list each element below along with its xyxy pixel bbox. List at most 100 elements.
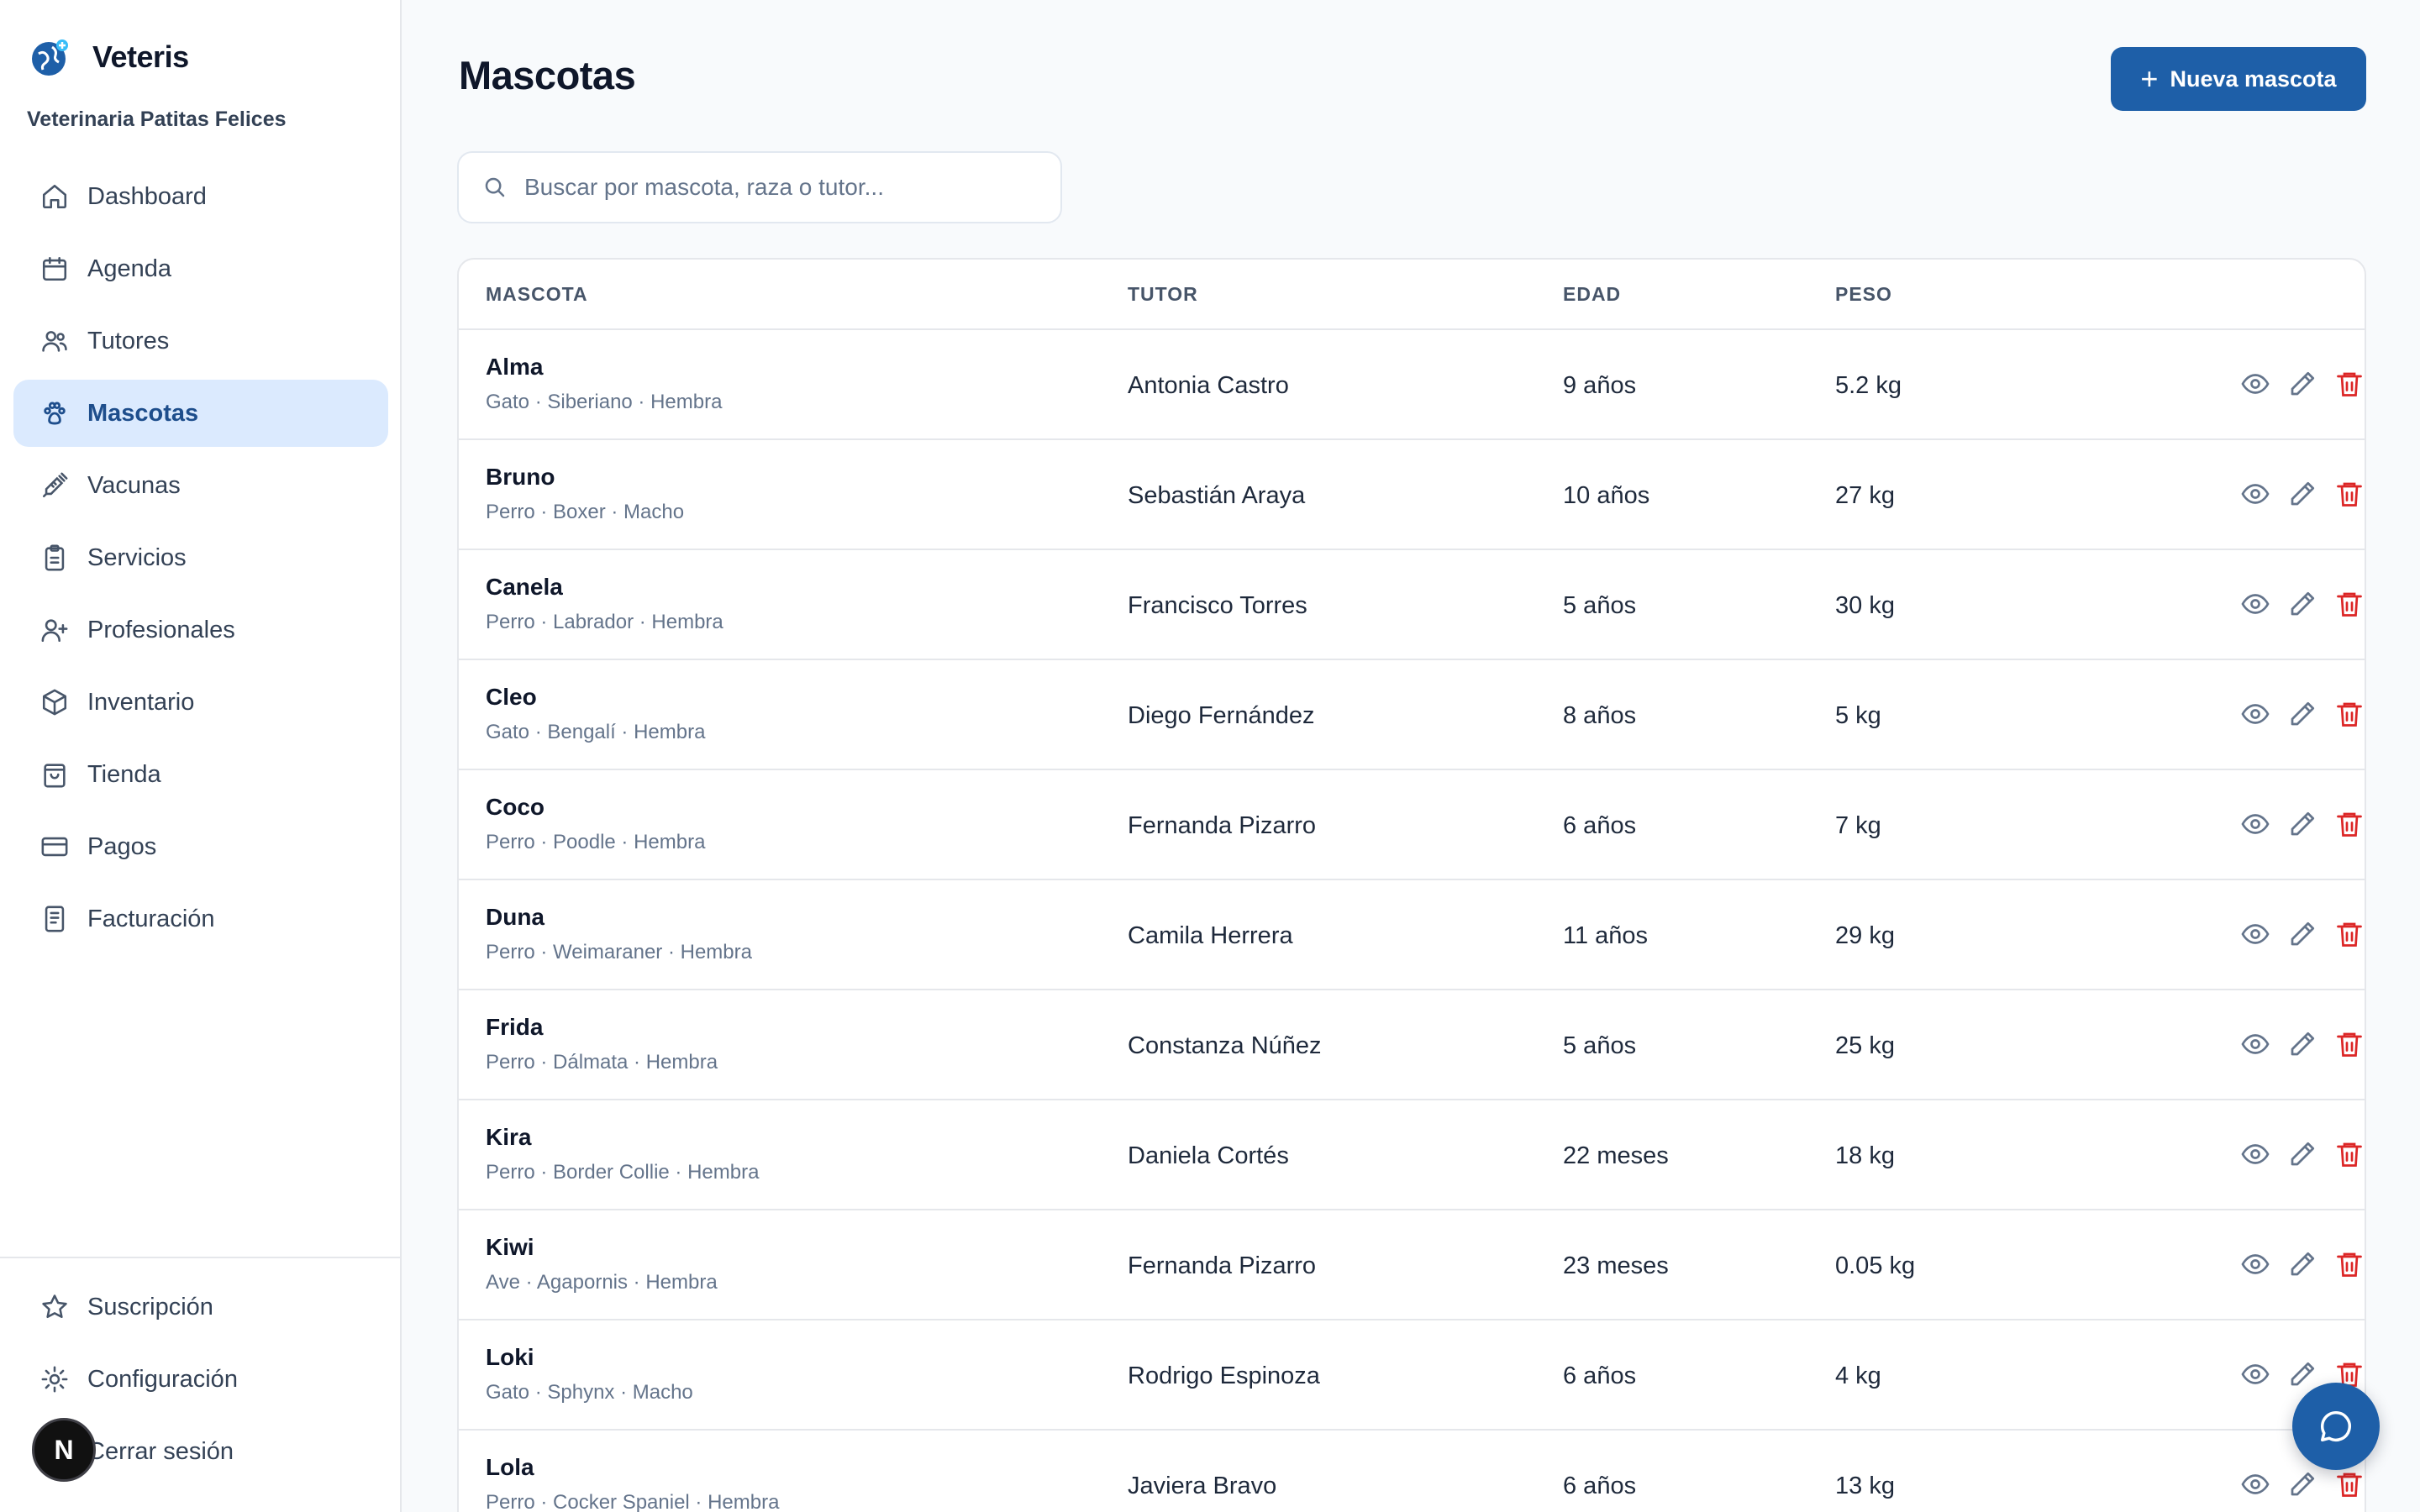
pet-age: 8 años [1563,702,1637,729]
column-header-weight[interactable]: PESO [1835,283,1892,306]
sidebar-item-dashboard[interactable]: Dashboard [13,163,388,230]
delete-trash-icon[interactable] [2334,1469,2365,1499]
view-eye-icon[interactable] [2240,1139,2270,1169]
edit-pencil-icon[interactable] [2287,1139,2317,1169]
sidebar-item-label: Cerrar sesión [87,1437,234,1465]
pet-name[interactable]: Lola [486,1454,534,1481]
sidebar-item-profesionales[interactable]: Profesionales [13,596,388,664]
search-box[interactable] [457,151,1062,223]
main-content: Mascotas + Nueva mascota MASCOTA TUTOR E… [402,0,2420,1512]
edit-pencil-icon[interactable] [2287,369,2317,399]
edit-pencil-icon[interactable] [2287,479,2317,509]
table-row[interactable]: Lola Perro · Cocker Spaniel · Hembra Javie… [459,1431,2365,1512]
clipboard-icon [40,543,69,572]
table-row[interactable]: Cleo Gato · Bengalí · Hembra Diego Fernánd… [459,660,2365,770]
edit-pencil-icon[interactable] [2287,809,2317,839]
view-eye-icon[interactable] [2240,699,2270,729]
sidebar-item-configuracion[interactable]: Configuración [13,1346,388,1413]
sidebar-item-vacunas[interactable]: Vacunas [13,452,388,519]
sidebar-item-mascotas[interactable]: Mascotas [13,380,388,447]
column-header-pet[interactable]: MASCOTA [486,283,588,306]
edit-pencil-icon[interactable] [2287,1029,2317,1059]
table-row[interactable]: Duna Perro · Weimaraner · Hembra Camila He… [459,880,2365,990]
pet-name[interactable]: Loki [486,1344,534,1371]
brand[interactable]: Veteris [29,34,189,81]
sidebar-item-label: Inventario [87,688,195,716]
view-eye-icon[interactable] [2240,479,2270,509]
row-actions [2240,369,2365,399]
table-row[interactable]: Loki Gato · Sphynx · Macho Rodrigo Espinoz… [459,1320,2365,1431]
table-row[interactable]: Alma Gato · Siberiano · Hembra Antonia Cas… [459,330,2365,440]
view-eye-icon[interactable] [2240,369,2270,399]
table-row[interactable]: Frida Perro · Dálmata · Hembra Constanza N… [459,990,2365,1100]
box-icon [40,688,69,717]
delete-trash-icon[interactable] [2334,1249,2365,1279]
pet-meta: Perro · Border Collie · Hembra [486,1161,760,1184]
delete-trash-icon[interactable] [2334,1029,2365,1059]
pets-table: MASCOTA TUTOR EDAD PESO Alma Gato · Siber… [457,258,2366,1512]
sidebar-item-agenda[interactable]: Agenda [13,235,388,302]
pet-name[interactable]: Cleo [486,684,537,711]
column-header-tutor[interactable]: TUTOR [1128,283,1198,306]
table-row[interactable]: Canela Perro · Labrador · Hembra Francisco… [459,550,2365,660]
sidebar-item-pagos[interactable]: Pagos [13,813,388,880]
sidebar-item-label: Configuración [87,1365,238,1393]
table-row[interactable]: Bruno Perro · Boxer · Macho Sebastián Aray… [459,440,2365,550]
user-avatar[interactable]: N [32,1418,96,1482]
edit-pencil-icon[interactable] [2287,919,2317,949]
delete-trash-icon[interactable] [2334,1139,2365,1169]
table-row[interactable]: Kira Perro · Border Collie · Hembra Daniel… [459,1100,2365,1210]
sidebar-item-facturacion[interactable]: Facturación [13,885,388,953]
pet-name[interactable]: Canela [486,574,563,601]
tutor-name: Javiera Bravo [1128,1473,1277,1499]
view-eye-icon[interactable] [2240,809,2270,839]
table-row[interactable]: Kiwi Ave · Agapornis · Hembra Fernanda Piz… [459,1210,2365,1320]
table-body: Alma Gato · Siberiano · Hembra Antonia Cas… [459,330,2365,1512]
pet-meta: Perro · Boxer · Macho [486,501,685,523]
pet-meta: Perro · Labrador · Hembra [486,611,723,633]
edit-pencil-icon[interactable] [2287,699,2317,729]
view-eye-icon[interactable] [2240,1359,2270,1389]
edit-pencil-icon[interactable] [2287,1359,2317,1389]
row-actions [2240,1249,2365,1279]
sidebar-item-suscripcion[interactable]: Suscripción [13,1273,388,1341]
view-eye-icon[interactable] [2240,1469,2270,1499]
tutor-name: Sebastián Araya [1128,482,1306,509]
pet-age: 10 años [1563,482,1650,509]
pet-name[interactable]: Kira [486,1124,531,1151]
sidebar-item-tienda[interactable]: Tienda [13,741,388,808]
sidebar-item-inventario[interactable]: Inventario [13,669,388,736]
pet-name[interactable]: Kiwi [486,1234,534,1261]
new-pet-button[interactable]: + Nueva mascota [2111,47,2366,111]
chat-button[interactable] [2292,1383,2380,1470]
edit-pencil-icon[interactable] [2287,1469,2317,1499]
pet-age: 5 años [1563,592,1637,619]
edit-pencil-icon[interactable] [2287,589,2317,619]
pet-age: 9 años [1563,372,1637,399]
view-eye-icon[interactable] [2240,589,2270,619]
sidebar-item-label: Mascotas [87,399,199,427]
delete-trash-icon[interactable] [2334,479,2365,509]
pet-name[interactable]: Bruno [486,464,555,491]
edit-pencil-icon[interactable] [2287,1249,2317,1279]
pet-meta: Gato · Sphynx · Macho [486,1381,693,1404]
search-input[interactable] [524,174,1045,201]
pet-name[interactable]: Alma [486,354,543,381]
pet-age: 6 años [1563,812,1637,839]
delete-trash-icon[interactable] [2334,369,2365,399]
view-eye-icon[interactable] [2240,1029,2270,1059]
delete-trash-icon[interactable] [2334,809,2365,839]
view-eye-icon[interactable] [2240,919,2270,949]
table-row[interactable]: Coco Perro · Poodle · Hembra Fernanda Piza… [459,770,2365,880]
delete-trash-icon[interactable] [2334,699,2365,729]
sidebar-item-servicios[interactable]: Servicios [13,524,388,591]
pet-name[interactable]: Coco [486,794,544,821]
delete-trash-icon[interactable] [2334,919,2365,949]
delete-trash-icon[interactable] [2334,589,2365,619]
view-eye-icon[interactable] [2240,1249,2270,1279]
pet-name[interactable]: Frida [486,1014,543,1041]
sidebar-item-label: Tutores [87,327,170,354]
sidebar-item-tutores[interactable]: Tutores [13,307,388,375]
column-header-age[interactable]: EDAD [1563,283,1621,306]
pet-name[interactable]: Duna [486,904,544,931]
